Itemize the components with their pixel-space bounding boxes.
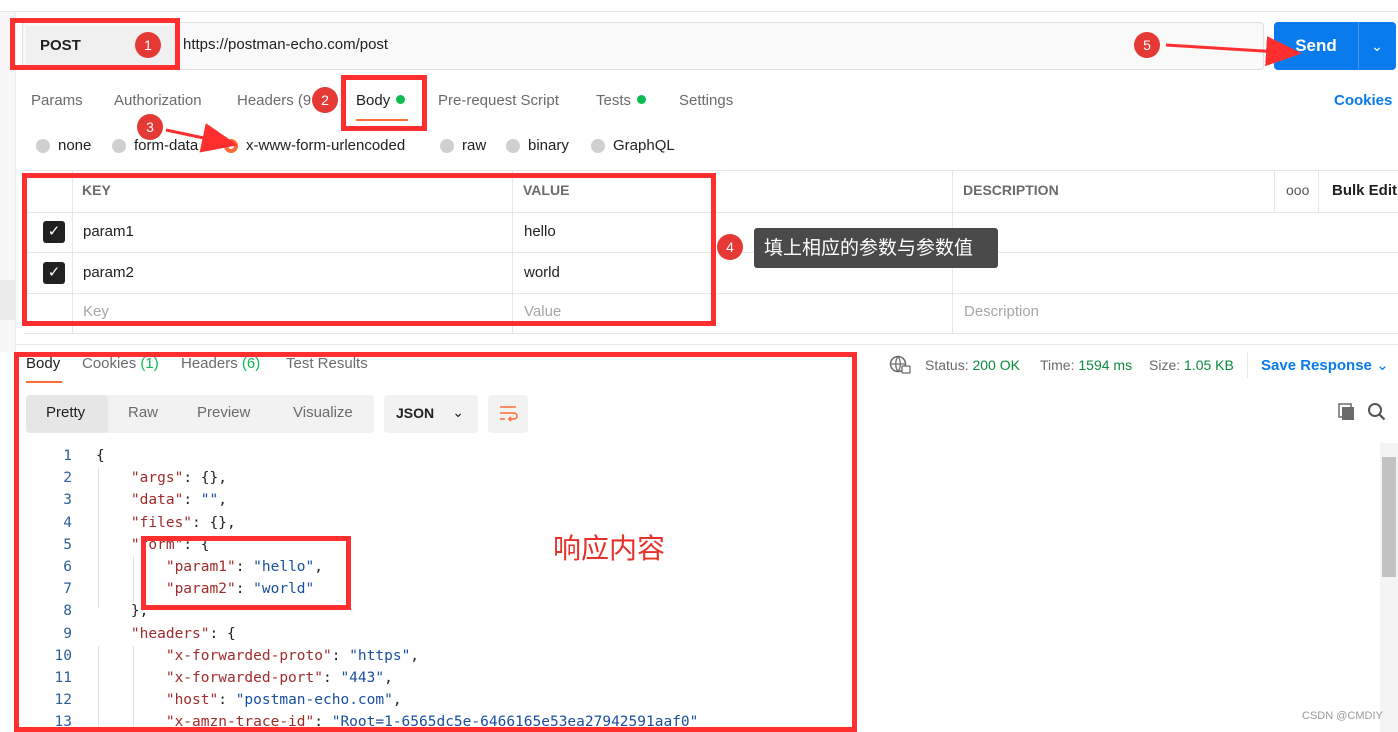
watermark: CSDN @CMDIY [1302,710,1383,722]
annotation-arrows [165,36,1302,153]
